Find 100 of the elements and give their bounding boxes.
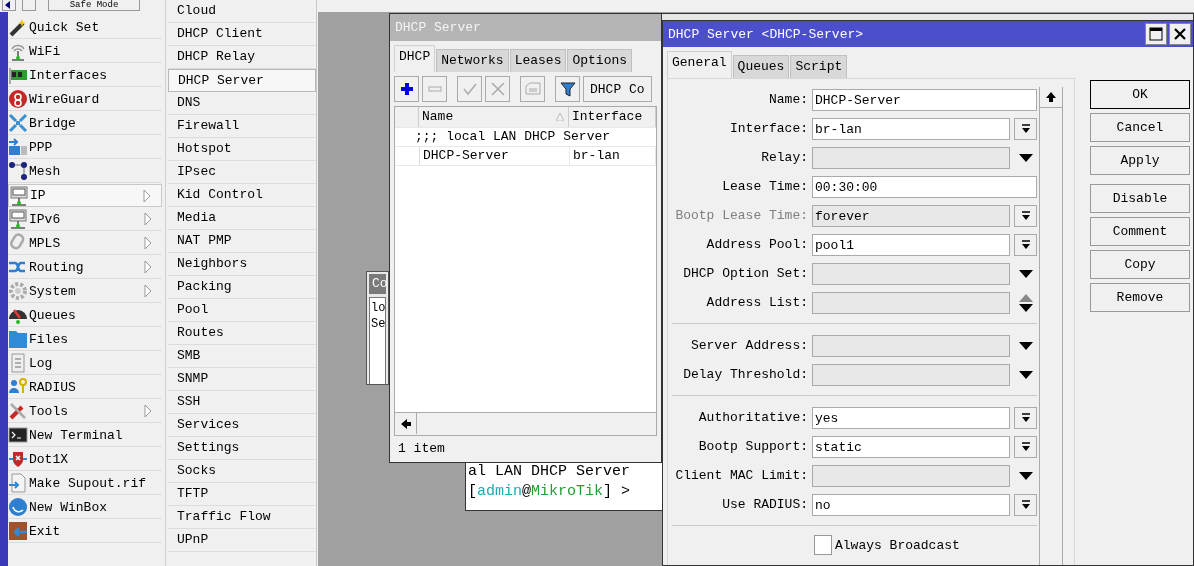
menu-item[interactable]: MPLS: [8, 232, 162, 255]
submenu-item[interactable]: DNS: [168, 92, 316, 115]
undo-button[interactable]: [2, 0, 16, 11]
menu-item[interactable]: WireGuard: [8, 88, 162, 111]
input-field[interactable]: [812, 146, 1010, 169]
input-field[interactable]: [812, 363, 1010, 386]
input-field[interactable]: [812, 291, 1010, 314]
tab[interactable]: Queues: [732, 55, 790, 78]
input-field[interactable]: no: [812, 493, 1010, 516]
toolbar-button[interactable]: [394, 76, 419, 102]
dropdown-button[interactable]: [1014, 493, 1037, 516]
submenu-item[interactable]: Media: [168, 207, 316, 230]
input-field[interactable]: [812, 464, 1010, 487]
menu-item[interactable]: IPv6: [8, 208, 162, 231]
dropdown-icon: [1018, 153, 1033, 162]
tab[interactable]: General: [667, 51, 732, 78]
dialog-button[interactable]: Apply: [1090, 146, 1190, 175]
toolbar-button[interactable]: DHCP Co: [583, 76, 652, 102]
submenu-item[interactable]: SNMP: [168, 368, 316, 391]
input-field[interactable]: DHCP-Server: [812, 88, 1037, 111]
input-field[interactable]: [812, 334, 1010, 357]
dropdown-button[interactable]: [1014, 204, 1037, 227]
up-arrow-icon: [1046, 92, 1056, 102]
dialog-button[interactable]: Comment: [1090, 217, 1190, 246]
submenu-item[interactable]: DHCP Server: [168, 69, 316, 92]
dropdown-button[interactable]: [1014, 406, 1037, 429]
note-icon: [524, 81, 541, 97]
tab[interactable]: Script: [790, 55, 848, 78]
input-field[interactable]: pool1: [812, 233, 1010, 256]
input-field[interactable]: [812, 262, 1010, 285]
menu-item[interactable]: Make Supout.rif: [8, 472, 162, 495]
input-field[interactable]: br-lan: [812, 117, 1010, 140]
submenu-item[interactable]: Settings: [168, 437, 316, 460]
menu-item[interactable]: Dot1X: [8, 448, 162, 471]
input-field[interactable]: static: [812, 435, 1010, 458]
submenu-item[interactable]: Kid Control: [168, 184, 316, 207]
dialog-button[interactable]: Disable: [1090, 184, 1190, 213]
close-icon: [489, 81, 506, 97]
submenu-item[interactable]: Pool: [168, 299, 316, 322]
field-label: DHCP Option Set:: [682, 266, 808, 281]
input-field[interactable]: 00:30:00: [812, 175, 1037, 198]
submenu-item[interactable]: Firewall: [168, 115, 316, 138]
tab[interactable]: Options: [567, 49, 633, 72]
menu-item[interactable]: IP: [8, 184, 162, 207]
safe-mode-button[interactable]: Safe Mode: [48, 0, 140, 11]
menu-item[interactable]: Bridge: [8, 112, 162, 135]
submenu-item[interactable]: Traffic Flow: [168, 506, 316, 529]
menu-item[interactable]: WiFi: [8, 40, 162, 63]
submenu-item[interactable]: SMB: [168, 345, 316, 368]
menu-item[interactable]: System: [8, 280, 162, 303]
submenu-item[interactable]: Hotspot: [168, 138, 316, 161]
column-header[interactable]: Interface: [569, 107, 656, 127]
close-button[interactable]: [1169, 23, 1191, 45]
submenu-item[interactable]: Socks: [168, 460, 316, 483]
maximize-button[interactable]: [1145, 23, 1167, 45]
dialog-button[interactable]: Remove: [1090, 283, 1190, 312]
menu-item[interactable]: Interfaces: [8, 64, 162, 87]
menu-item[interactable]: Queues: [8, 304, 162, 327]
dropdown-button[interactable]: [1014, 117, 1037, 140]
submenu-item[interactable]: DHCP Client: [168, 23, 316, 46]
tab[interactable]: DHCP: [394, 45, 436, 72]
menu-item[interactable]: Files: [8, 328, 162, 351]
submenu-item[interactable]: Cloud: [168, 0, 316, 23]
toolbar-button[interactable]: [555, 76, 580, 102]
dialog-button[interactable]: OK: [1090, 80, 1190, 109]
menu-item[interactable]: PPP: [8, 136, 162, 159]
submenu-item[interactable]: Packing: [168, 276, 316, 299]
menu-item[interactable]: New WinBox: [8, 496, 162, 519]
menu-item[interactable]: Tools: [8, 400, 162, 423]
column-header[interactable]: Name: [419, 107, 569, 127]
menu-item[interactable]: Mesh: [8, 160, 162, 183]
wand-icon: [8, 17, 28, 37]
comment-field[interactable]: lo Se: [369, 297, 386, 384]
menu-item[interactable]: Log: [8, 352, 162, 375]
menu-item[interactable]: RADIUS: [8, 376, 162, 399]
submenu-item[interactable]: Routes: [168, 322, 316, 345]
submenu-item[interactable]: Neighbors: [168, 253, 316, 276]
dialog-button[interactable]: Copy: [1090, 250, 1190, 279]
submenu-item[interactable]: SSH: [168, 391, 316, 414]
redo-button[interactable]: [22, 0, 36, 11]
submenu-item[interactable]: Services: [168, 414, 316, 437]
dropdown-button[interactable]: [1014, 435, 1037, 458]
tab[interactable]: Leases: [509, 49, 567, 72]
dropdown-button[interactable]: [1014, 233, 1037, 256]
dropdown-icon: [1019, 411, 1032, 424]
menu-item[interactable]: Exit: [8, 520, 162, 543]
dialog-button[interactable]: Cancel: [1090, 113, 1190, 142]
scrollbar[interactable]: [1039, 87, 1063, 565]
submenu-item[interactable]: TFTP: [168, 483, 316, 506]
submenu-item[interactable]: NAT PMP: [168, 230, 316, 253]
menu-item[interactable]: New Terminal: [8, 424, 162, 447]
menu-item[interactable]: Routing: [8, 256, 162, 279]
submenu-item[interactable]: IPsec: [168, 161, 316, 184]
field-label: Server Address:: [689, 338, 808, 353]
scrollbar[interactable]: [395, 412, 656, 435]
input-field[interactable]: yes: [812, 406, 1010, 429]
checkbox[interactable]: [814, 535, 832, 555]
submenu-item[interactable]: UPnP: [168, 529, 316, 552]
tab[interactable]: Networks: [436, 49, 509, 72]
menu-item[interactable]: Quick Set: [8, 16, 162, 39]
